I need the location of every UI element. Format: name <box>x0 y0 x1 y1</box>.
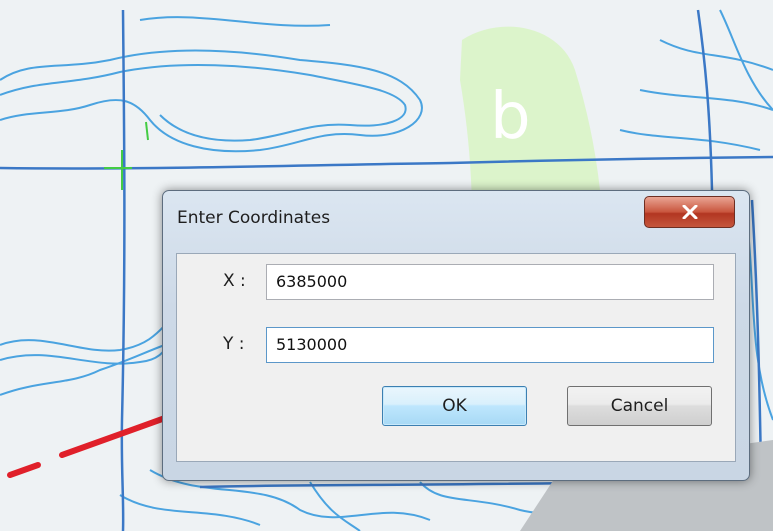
y-coordinate-input[interactable]: 5130000 <box>266 327 714 363</box>
dialog-content: X : 6385000 Y : 5130000 OK Cancel <box>176 253 736 462</box>
crosshair-icon <box>104 121 149 190</box>
map-label-b: b <box>490 80 531 154</box>
enter-coordinates-dialog: Enter Coordinates X : 6385000 Y : 513000… <box>162 190 750 481</box>
ok-button[interactable]: OK <box>382 386 527 426</box>
close-x-icon <box>682 205 697 219</box>
close-button[interactable] <box>644 196 735 228</box>
cancel-button[interactable]: Cancel <box>567 386 712 426</box>
dialog-title: Enter Coordinates <box>177 208 331 228</box>
y-label: Y : <box>223 334 245 354</box>
x-coordinate-input[interactable]: 6385000 <box>266 264 714 300</box>
x-label: X : <box>223 271 246 291</box>
